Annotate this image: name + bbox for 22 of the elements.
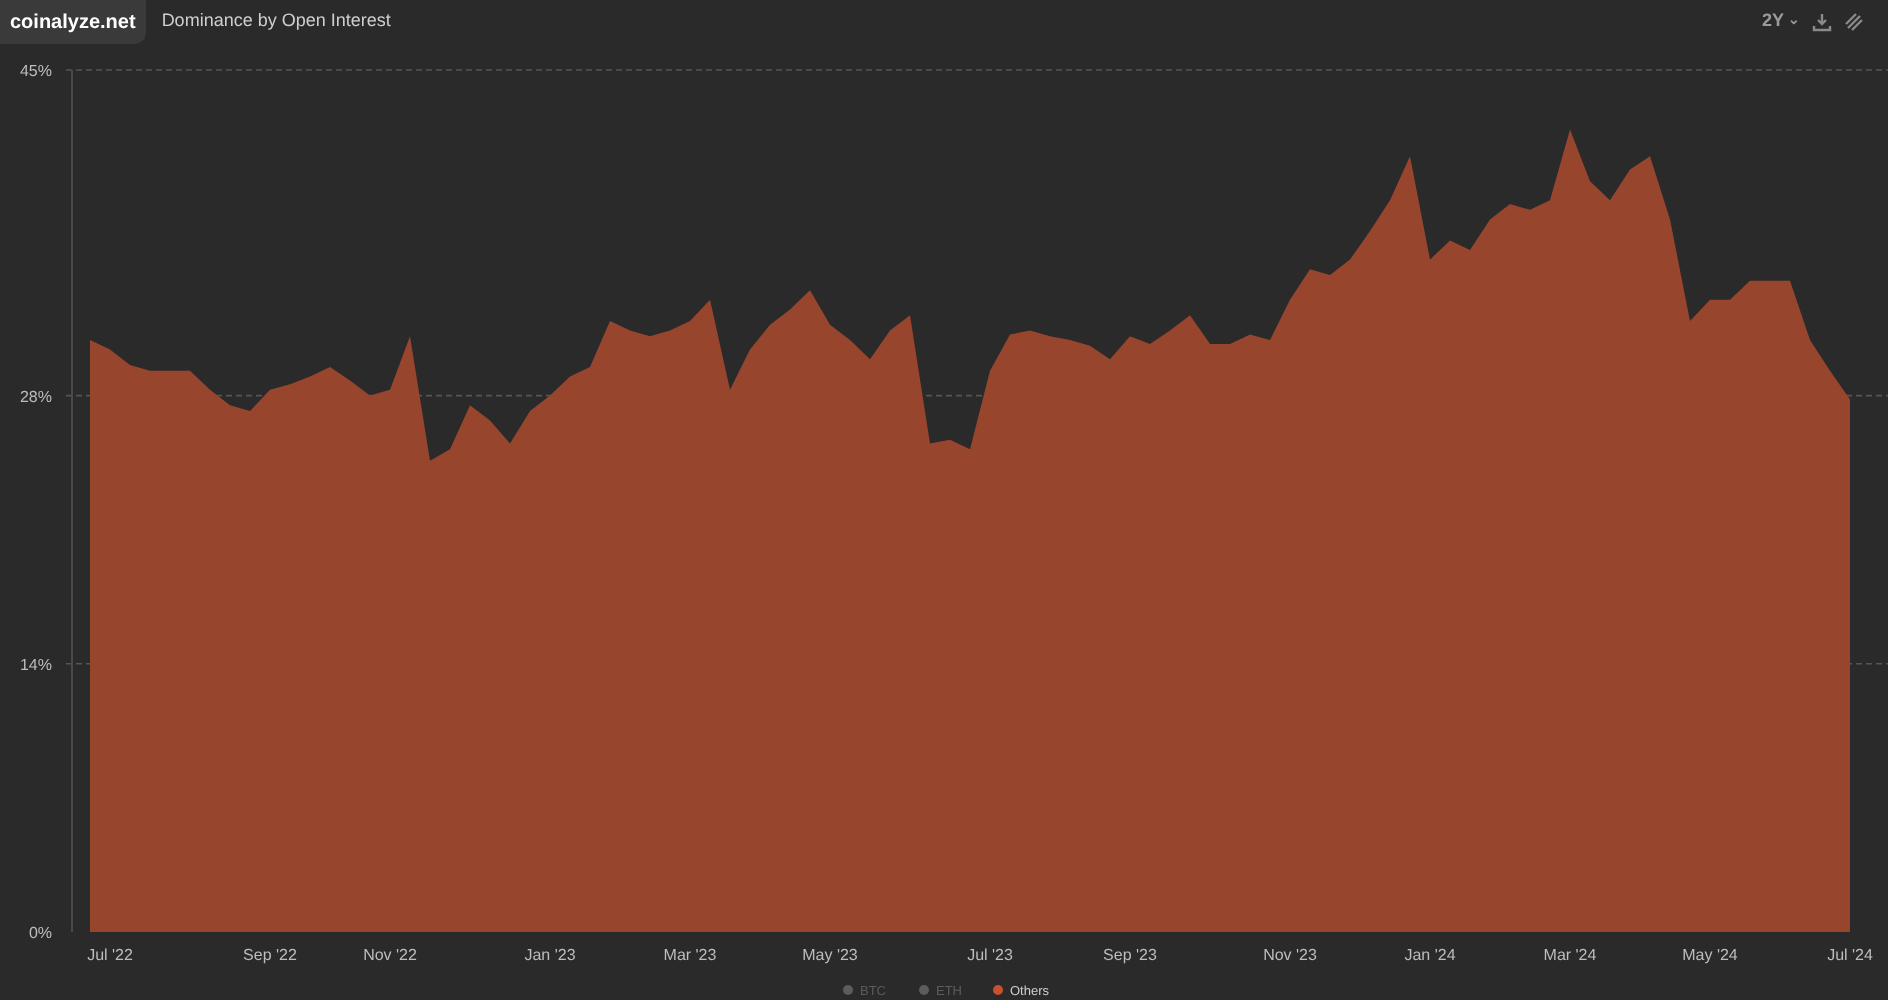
x-axis-label: Jul '23 <box>967 946 1013 964</box>
y-axis-label: 0% <box>28 924 52 942</box>
x-axis-label: Jul '22 <box>87 946 133 964</box>
x-axis-label: Mar '24 <box>1543 946 1597 964</box>
x-axis-label: Mar '23 <box>663 946 717 964</box>
legend-dot <box>993 985 1003 995</box>
x-axis-label: Nov '22 <box>363 946 417 964</box>
logo[interactable]: coinalyze.net <box>0 0 146 44</box>
expand-icon[interactable] <box>1844 12 1864 32</box>
y-axis-label: 45% <box>19 62 52 80</box>
x-axis-label: Jan '24 <box>1404 946 1456 964</box>
x-axis-label: May '24 <box>1682 946 1738 964</box>
y-axis-label: 14% <box>19 655 52 674</box>
x-axis-label: Sep '23 <box>1103 946 1157 964</box>
y-axis-label: 28% <box>19 387 52 406</box>
chart-title: Dominance by Open Interest <box>161 8 391 35</box>
x-axis-label: Jul '24 <box>1827 946 1873 964</box>
x-axis-label: Jan '23 <box>524 946 576 964</box>
x-axis-label: Sep '22 <box>243 946 297 964</box>
x-axis-label: Nov '23 <box>1263 946 1317 964</box>
download-icon[interactable] <box>1812 12 1832 32</box>
x-axis-label: May '23 <box>802 946 858 964</box>
